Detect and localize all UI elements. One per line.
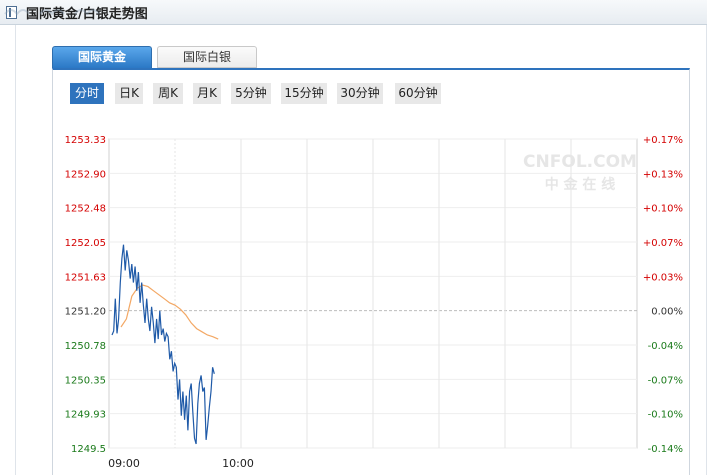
y-tick-left: 1253.33 xyxy=(65,135,106,146)
y-tick-right: -0.14% xyxy=(648,444,683,455)
y-tick-right: 0.00% xyxy=(651,307,683,318)
y-tick-right: -0.04% xyxy=(648,341,683,352)
watermark: CNFOL.COM 中 金 在 线 xyxy=(523,152,637,193)
y-tick-right: -0.07% xyxy=(648,375,683,386)
y-tick-right: +0.03% xyxy=(643,272,683,283)
watermark-logo: CNFOL.COM xyxy=(523,152,637,172)
intraday-chart: CNFOL.COM 中 金 在 线 1253.33 1252.90 1252.48 1… xyxy=(65,135,683,470)
x-tick: 09:00 xyxy=(108,457,140,470)
watermark-sub: 中 金 在 线 xyxy=(545,176,616,193)
y-tick-left: 1249.93 xyxy=(65,410,106,421)
y-tick-right: +0.10% xyxy=(643,204,683,215)
y-tick-left: 1252.90 xyxy=(65,169,106,180)
y-tick-right: +0.13% xyxy=(643,169,683,180)
y-tick-left: 1252.48 xyxy=(65,204,106,215)
y-tick-left: 1249.5 xyxy=(71,444,106,455)
x-tick: 10:00 xyxy=(222,457,254,470)
y-tick-left: 1251.63 xyxy=(65,272,106,283)
y-tick-left: 1252.05 xyxy=(65,238,106,249)
y-tick-right: +0.17% xyxy=(643,135,683,146)
y-tick-left: 1250.35 xyxy=(65,375,106,386)
y-tick-right: +0.07% xyxy=(643,238,683,249)
y-tick-left: 1251.20 xyxy=(65,307,106,318)
y-tick-right: -0.10% xyxy=(648,410,683,421)
average-price-line xyxy=(120,284,219,340)
y-tick-left: 1250.78 xyxy=(65,341,106,352)
